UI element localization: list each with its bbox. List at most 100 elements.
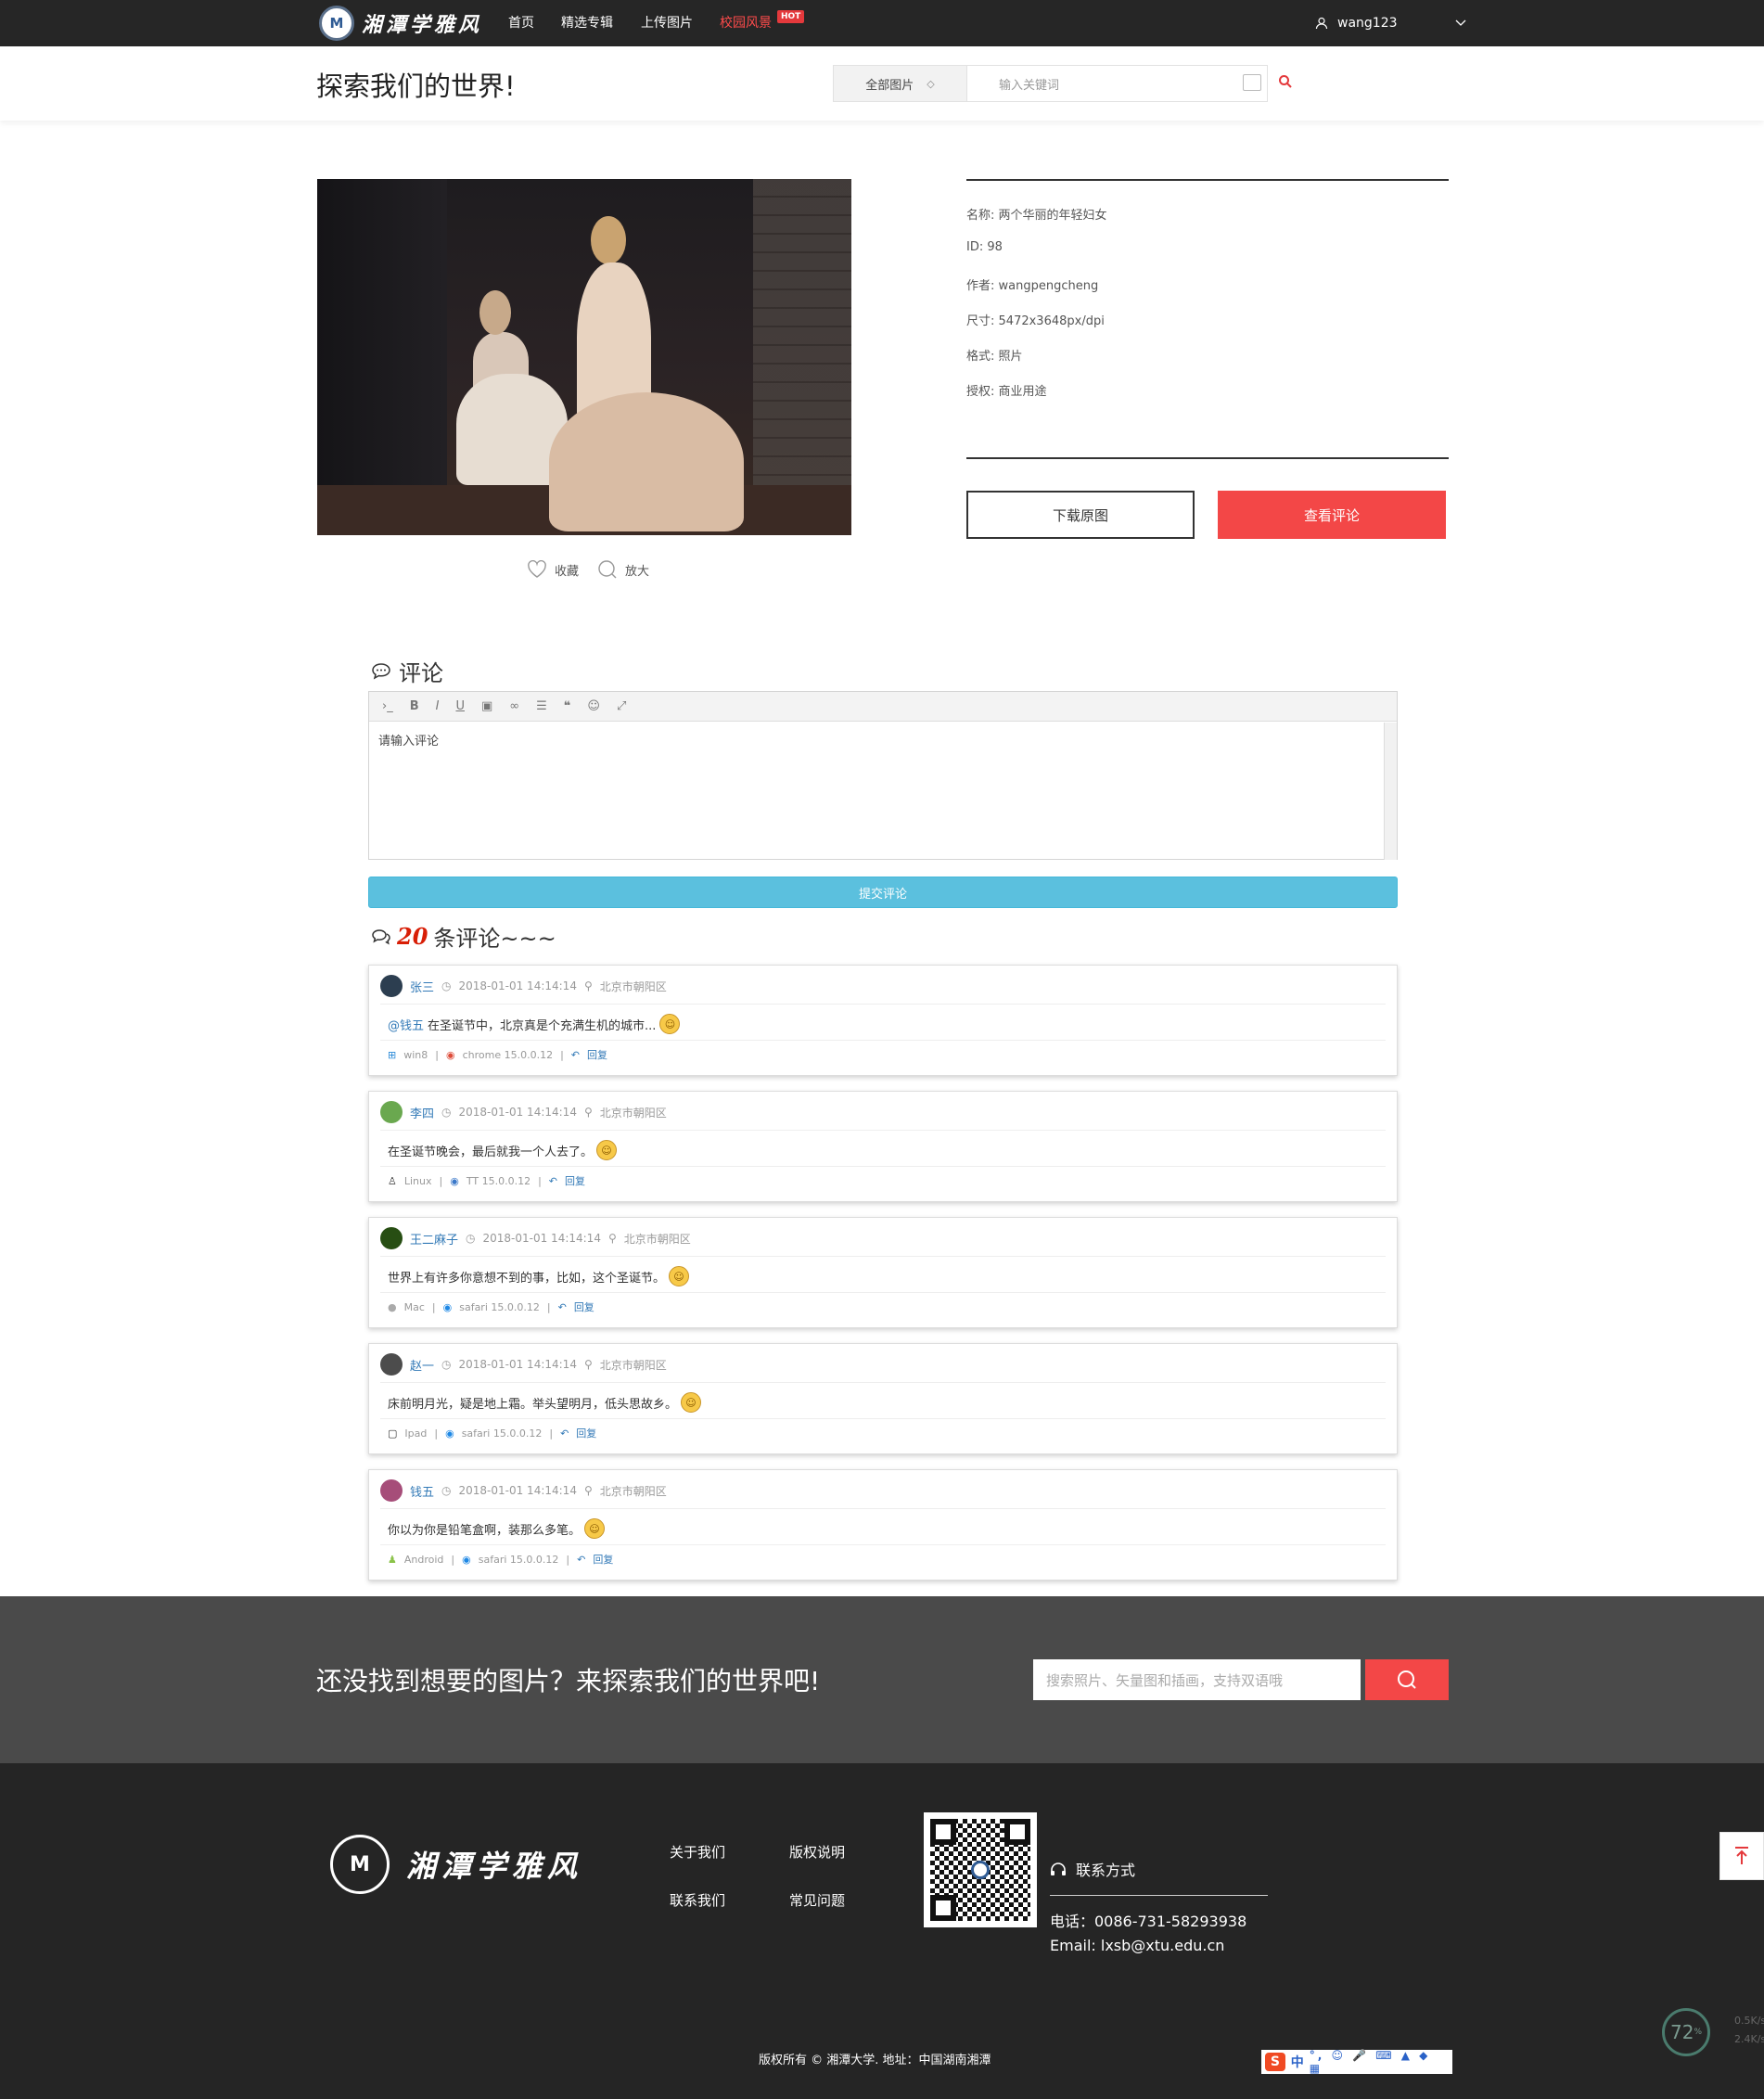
- meta-divider-bottom: [966, 457, 1449, 459]
- reply-icon[interactable]: ↶: [558, 1301, 567, 1313]
- page-tagline: 探索我们的世界!: [316, 70, 516, 102]
- footer-search-band: [0, 1596, 1764, 1763]
- avatar[interactable]: [380, 1479, 403, 1502]
- reply-link[interactable]: 回复: [593, 1552, 613, 1567]
- reply-link[interactable]: 回复: [587, 1047, 607, 1062]
- windows-icon: ⊞: [388, 1048, 397, 1061]
- divider: [380, 1256, 1386, 1257]
- footer-search-input[interactable]: 搜索照片、矢量图和插画，支持双语哦: [1033, 1659, 1361, 1700]
- quote-icon[interactable]: ❝: [564, 699, 571, 713]
- avatar[interactable]: [380, 1227, 403, 1249]
- footer-link-about[interactable]: 关于我们: [670, 1842, 725, 1862]
- reply-icon[interactable]: ↶: [560, 1427, 569, 1440]
- footer-link-copyright[interactable]: 版权说明: [789, 1842, 845, 1862]
- footer-search-button[interactable]: [1365, 1659, 1449, 1700]
- reply-link[interactable]: 回复: [565, 1173, 585, 1188]
- editor-scrollbar[interactable]: [1384, 723, 1397, 860]
- location-pin-icon: ⚲: [583, 1484, 593, 1497]
- contact-phone: 电话：0086-731-58293938: [1050, 1913, 1247, 1930]
- divider: [380, 1130, 1386, 1131]
- comment-author[interactable]: 王二麻子: [410, 1230, 458, 1248]
- list-icon[interactable]: ☰: [536, 699, 547, 713]
- footer-link-faq[interactable]: 常见问题: [789, 1890, 845, 1910]
- reply-icon[interactable]: ↶: [571, 1049, 580, 1061]
- meta-license: 授权: 商业用途: [966, 385, 1047, 399]
- copyright-text: 版权所有 © 湘潭大学. 地址：中国湖南湘潭: [759, 2054, 991, 2067]
- android-icon: ♟: [388, 1553, 397, 1566]
- meta-name: 名称: 两个华丽的年轻妇女: [966, 209, 1107, 223]
- clock-icon: ◷: [441, 1106, 452, 1119]
- clock-icon: ◷: [441, 1358, 452, 1371]
- ime-icons: °, ☺ 🎤 ⌨ ▲ ◆ ▦: [1309, 2049, 1431, 2075]
- location-pin-icon: ⚲: [583, 1358, 593, 1371]
- hot-badge: HOT: [777, 10, 805, 23]
- reply-link[interactable]: 回复: [574, 1299, 594, 1314]
- avatar[interactable]: [380, 1353, 403, 1376]
- comment-card: 赵一 ◷ 2018-01-01 14:14:14 ⚲ 北京市朝阳区 床前明月光，疑是地上…: [368, 1343, 1398, 1454]
- divider: [380, 1544, 1386, 1545]
- back-to-top-button[interactable]: [1719, 1832, 1764, 1880]
- footer-link-contact[interactable]: 联系我们: [670, 1890, 725, 1910]
- image-icon[interactable]: ▣: [481, 699, 492, 713]
- site-logo[interactable]: M 湘潭学雅风: [319, 6, 482, 41]
- zoom-button[interactable]: 放大: [597, 559, 649, 580]
- submit-comment-button[interactable]: 提交评论: [368, 877, 1398, 908]
- comment-author[interactable]: 赵一: [410, 1356, 434, 1374]
- nav-campus-scenery[interactable]: 校园风景: [720, 0, 772, 46]
- emoji-icon[interactable]: ☺: [587, 699, 600, 713]
- divider: [380, 1004, 1386, 1005]
- bold-icon[interactable]: B: [410, 699, 419, 713]
- avatar[interactable]: [380, 975, 403, 997]
- comment-author[interactable]: 钱五: [410, 1482, 434, 1500]
- apple-icon: ●: [388, 1300, 397, 1313]
- favorite-button[interactable]: 收藏: [527, 559, 579, 580]
- comment-author[interactable]: 张三: [410, 978, 434, 995]
- comment-os: Android: [403, 1553, 444, 1566]
- contact-email[interactable]: Email: lxsb@xtu.edu.cn: [1050, 1937, 1224, 1954]
- ime-toolbar[interactable]: S 中 °, ☺ 🎤 ⌨ ▲ ◆ ▦: [1261, 2049, 1452, 2075]
- reply-link[interactable]: 回复: [576, 1426, 596, 1440]
- mention-link[interactable]: @钱五: [388, 1016, 424, 1033]
- comment-browser: safari 15.0.0.12: [459, 1300, 540, 1313]
- contact-title: 联系方式: [1076, 1862, 1136, 1879]
- code-icon[interactable]: ›_: [382, 699, 393, 713]
- select-arrows-icon: ◇: [927, 77, 935, 90]
- image-search-icon[interactable]: [1243, 74, 1261, 91]
- search-icon[interactable]: [1278, 74, 1293, 89]
- comment-card: 钱五 ◷ 2018-01-01 14:14:14 ⚲ 北京市朝阳区 你以为你是铅笔盒啊，…: [368, 1469, 1398, 1581]
- comment-browser: chrome 15.0.0.12: [462, 1048, 554, 1061]
- ipad-icon: ▢: [388, 1427, 398, 1440]
- keyword-input[interactable]: 输入关键词: [967, 65, 1268, 102]
- comment-card: 王二麻子 ◷ 2018-01-01 14:14:14 ⚲ 北京市朝阳区 世界上有许多你意…: [368, 1217, 1398, 1328]
- view-comments-button[interactable]: 查看评论: [1218, 491, 1446, 539]
- divider: [380, 1418, 1386, 1419]
- fullscreen-icon[interactable]: ⤢: [617, 699, 626, 713]
- comment-textarea[interactable]: 请输入评论: [369, 722, 1397, 758]
- user-menu[interactable]: wang123: [1315, 0, 1466, 46]
- photo-preview[interactable]: [317, 179, 851, 535]
- italic-icon[interactable]: I: [436, 699, 440, 713]
- comment-count-suffix: 条评论~~~: [433, 926, 556, 952]
- avatar[interactable]: [380, 1101, 403, 1123]
- comment-time: 2018-01-01 14:14:14: [458, 1106, 577, 1119]
- nav-featured-albums[interactable]: 精选专辑: [561, 0, 613, 46]
- ime-mode: 中: [1290, 2055, 1304, 2070]
- download-button[interactable]: 下载原图: [966, 491, 1195, 539]
- comment-card: 张三 ◷ 2018-01-01 14:14:14 ⚲ 北京市朝阳区 @钱五 在圣诞节中，北…: [368, 965, 1398, 1076]
- safari-icon: ◉: [442, 1300, 453, 1313]
- emoji-icon: ☺: [669, 1266, 690, 1286]
- comment-card: 李四 ◷ 2018-01-01 14:14:14 ⚲ 北京市朝阳区 在圣诞节晚会，最后就…: [368, 1091, 1398, 1202]
- underline-icon[interactable]: U: [455, 699, 465, 713]
- nav-home[interactable]: 首页: [508, 0, 534, 46]
- location-pin-icon: ⚲: [583, 979, 593, 992]
- divider: [380, 1508, 1386, 1509]
- comment-author[interactable]: 李四: [410, 1104, 434, 1121]
- reply-icon[interactable]: ↶: [577, 1554, 585, 1566]
- emoji-icon: ☺: [659, 1014, 681, 1034]
- reply-icon[interactable]: ↶: [549, 1175, 557, 1187]
- link-icon[interactable]: ∞: [509, 699, 519, 713]
- zoom-icon: [598, 560, 617, 579]
- nav-upload[interactable]: 上传图片: [641, 0, 693, 46]
- comment-editor[interactable]: ›_ B I U ▣ ∞ ☰ ❝ ☺ ⤢ 请输入评论: [368, 691, 1398, 860]
- category-select[interactable]: 全部图片 ◇: [833, 65, 967, 102]
